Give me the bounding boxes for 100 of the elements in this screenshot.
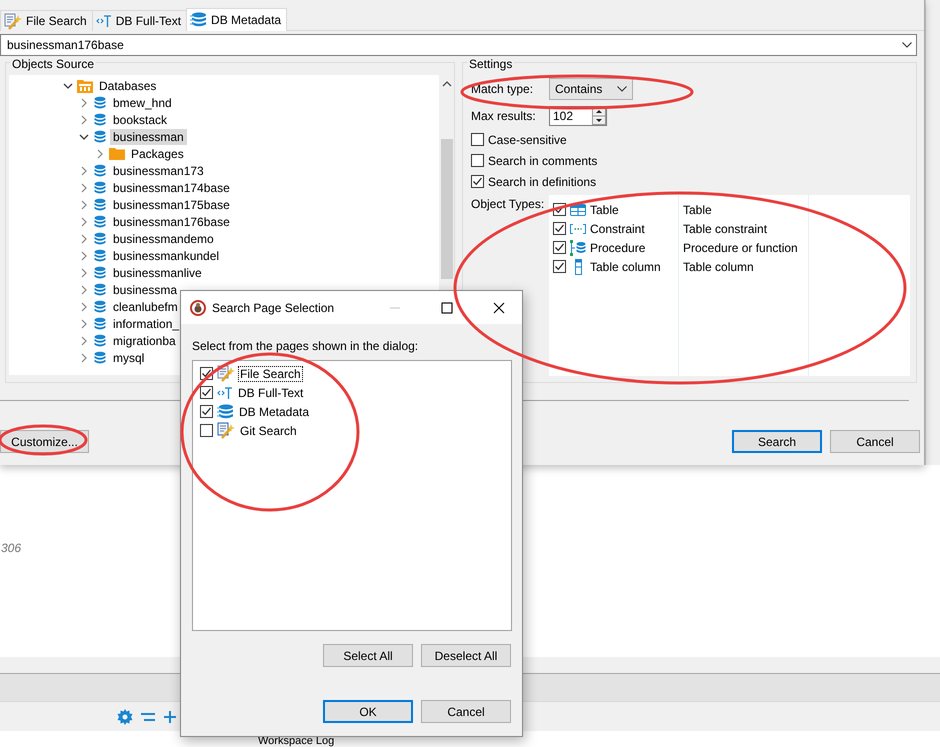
plus-icon[interactable] <box>163 710 177 724</box>
checkmark-icon <box>554 242 565 253</box>
table-cell: Table constraint <box>683 222 768 236</box>
database-icon <box>93 350 107 364</box>
checkbox[interactable] <box>471 133 484 146</box>
checkmark-icon <box>201 387 212 398</box>
ok-button[interactable]: OK <box>323 700 413 723</box>
expand-chevron-icon[interactable] <box>79 98 89 108</box>
list-item[interactable]: Git Search <box>239 424 298 438</box>
server-folder-icon <box>77 78 93 92</box>
collapse-chevron-icon[interactable] <box>79 132 89 142</box>
expand-chevron-icon[interactable] <box>79 114 89 124</box>
search-tab[interactable]: File Search <box>0 10 93 31</box>
text-cursor-icon <box>96 14 112 28</box>
checkmark-icon <box>201 406 212 417</box>
checkbox[interactable] <box>200 424 213 437</box>
checkbox[interactable] <box>200 386 213 399</box>
dialog-prompt: Select from the pages shown in the dialog: <box>192 339 420 353</box>
tree-item[interactable]: information_ <box>110 316 182 332</box>
checkbox[interactable] <box>553 260 566 273</box>
tree-item[interactable]: businessmandemo <box>110 230 217 246</box>
database-icon <box>93 248 107 262</box>
tree-item[interactable]: Databases <box>96 78 160 94</box>
search-tab[interactable]: DB Metadata <box>186 8 288 31</box>
tree-item[interactable]: migrationba <box>110 332 179 348</box>
text-cursor-icon <box>217 386 233 400</box>
checkmark-icon <box>472 176 483 187</box>
minus-icon[interactable] <box>141 712 155 720</box>
list-item[interactable]: File Search <box>239 366 302 380</box>
cancel-button[interactable]: Cancel <box>421 700 511 723</box>
checkbox[interactable] <box>200 405 213 418</box>
file-wand-icon <box>4 12 22 30</box>
expand-chevron-icon[interactable] <box>79 250 89 260</box>
database-icon <box>93 180 107 194</box>
database-stack-icon <box>190 12 208 28</box>
expand-chevron-icon[interactable] <box>79 284 89 294</box>
tree-item[interactable]: bmew_hnd <box>110 94 175 110</box>
tree-item[interactable]: businessman173 <box>110 162 207 178</box>
checkbox[interactable] <box>553 222 566 235</box>
collapse-chevron-icon[interactable] <box>63 80 73 90</box>
log-tab[interactable]: Workspace Log <box>258 735 334 747</box>
tree-item[interactable]: businessman176base <box>110 214 233 230</box>
tree-item[interactable]: businessmanlive <box>110 264 205 280</box>
expand-chevron-icon[interactable] <box>79 336 89 346</box>
tree-item[interactable]: businessmankundel <box>110 248 222 264</box>
procedure-icon <box>570 240 586 256</box>
folder-icon <box>109 147 125 160</box>
search-combo[interactable]: businessman176base <box>0 34 917 56</box>
checkbox[interactable] <box>471 175 484 188</box>
expand-chevron-icon[interactable] <box>79 216 89 226</box>
expand-chevron-icon[interactable] <box>79 268 89 278</box>
cancel-button[interactable]: Cancel <box>830 430 920 453</box>
select-all-button[interactable]: Select All <box>323 644 413 667</box>
expand-chevron-icon[interactable] <box>79 318 89 328</box>
settings-icon[interactable] <box>117 708 133 724</box>
table-cell: Table column <box>683 260 754 274</box>
table-cell: Procedure <box>590 240 646 254</box>
tree-item[interactable]: businessman174base <box>110 180 233 196</box>
app-logo-icon <box>190 300 206 316</box>
tree-item[interactable]: businessman175base <box>110 196 233 212</box>
dropdown-caret-icon <box>902 42 912 48</box>
search-tab[interactable]: DB Full-Text <box>92 10 188 31</box>
database-icon <box>93 282 107 296</box>
tree-item[interactable]: Packages <box>128 146 187 162</box>
list-item[interactable]: DB Metadata <box>238 404 310 418</box>
table-cell: Table <box>683 202 712 216</box>
field-label: Max results: <box>471 109 537 123</box>
expand-chevron-icon[interactable] <box>79 200 89 210</box>
tree-item[interactable]: businessma <box>110 282 180 298</box>
database-icon <box>93 266 107 280</box>
tree-item[interactable]: cleanlubefm <box>110 298 181 314</box>
scroll-up-icon[interactable] <box>442 79 452 89</box>
database-icon <box>93 112 107 126</box>
expand-chevron-icon[interactable] <box>95 148 105 158</box>
expand-chevron-icon[interactable] <box>79 166 89 176</box>
database-icon <box>93 130 107 144</box>
match-type-select[interactable]: Contains <box>549 78 633 100</box>
tree-item[interactable]: mysql <box>110 350 148 366</box>
expand-chevron-icon[interactable] <box>79 234 89 244</box>
tree-item[interactable]: bookstack <box>110 112 170 128</box>
expand-chevron-icon[interactable] <box>79 302 89 312</box>
database-icon <box>93 214 107 228</box>
expand-chevron-icon[interactable] <box>79 182 89 192</box>
spinner-arrows-icon[interactable] <box>592 107 606 125</box>
database-icon <box>93 198 107 212</box>
checkmark-icon <box>554 223 565 234</box>
expand-chevron-icon[interactable] <box>79 352 89 362</box>
deselect-all-button[interactable]: Deselect All <box>421 644 511 667</box>
field-label: Match type: <box>471 82 534 96</box>
search-page-icon <box>217 422 235 439</box>
tree-item[interactable]: businessman <box>110 128 187 144</box>
checkbox[interactable] <box>553 241 566 254</box>
checkbox[interactable] <box>471 154 484 167</box>
database-icon <box>93 96 107 110</box>
list-item[interactable]: DB Full-Text <box>237 386 304 400</box>
field-label: Object Types: <box>471 197 546 211</box>
search-button[interactable]: Search <box>732 430 822 453</box>
database-icon <box>93 316 107 330</box>
database-icon <box>93 164 107 178</box>
checkmark-icon <box>201 368 212 379</box>
